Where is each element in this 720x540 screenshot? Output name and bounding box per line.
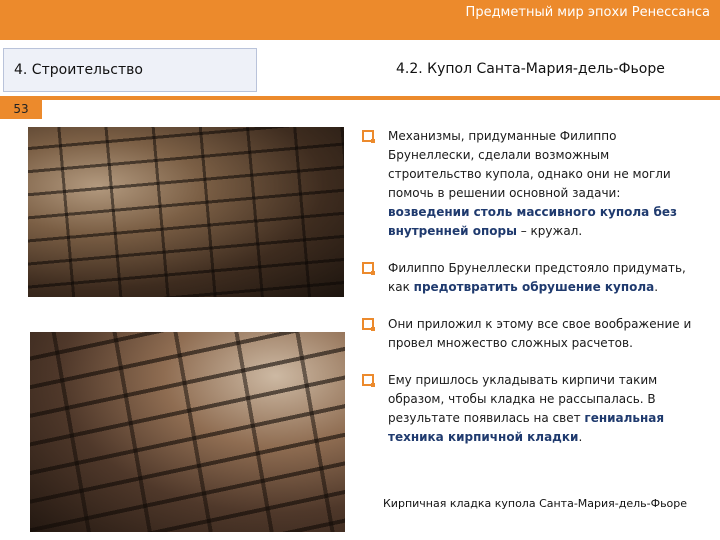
section-label: 4. Строительство bbox=[14, 62, 143, 78]
brick-photo-top bbox=[28, 127, 344, 297]
section-box: 4. Строительство bbox=[3, 48, 257, 92]
accent-divider bbox=[0, 96, 720, 100]
brick-photo-bottom bbox=[30, 332, 345, 532]
bullet-item: Филиппо Брунеллески предстояло придумать… bbox=[362, 259, 702, 297]
deck-title: Предметный мир эпохи Ренессанса bbox=[465, 5, 710, 20]
top-banner: Предметный мир эпохи Ренессанса bbox=[0, 0, 720, 40]
bullet-highlight: предотвратить обрушение купола bbox=[413, 280, 655, 294]
page-number: 53 bbox=[0, 100, 42, 119]
bullet-item: Они приложил к этому все свое воображени… bbox=[362, 315, 702, 353]
bullet-text: . bbox=[654, 280, 659, 294]
checkbox-square-icon bbox=[362, 374, 375, 387]
bullet-text: Они приложил к этому все свое воображени… bbox=[388, 317, 692, 350]
slide-subtitle: 4.2. Купол Санта-Мария-дель-Фьоре bbox=[396, 61, 665, 77]
bullet-item: Механизмы, придуманные Филиппо Брунеллес… bbox=[362, 127, 702, 241]
bullet-text: . bbox=[578, 430, 583, 444]
checkbox-square-icon bbox=[362, 262, 375, 275]
checkbox-square-icon bbox=[362, 130, 375, 143]
checkbox-square-icon bbox=[362, 318, 375, 331]
bullet-text: Механизмы, придуманные Филиппо Брунеллес… bbox=[388, 129, 671, 200]
bullet-item: Ему пришлось укладывать кирпичи таким об… bbox=[362, 371, 702, 447]
photo-caption: Кирпичная кладка купола Санта-Мария-дель… bbox=[383, 497, 688, 510]
bullet-list: Механизмы, придуманные Филиппо Брунеллес… bbox=[362, 127, 702, 465]
bullet-text: – кружал. bbox=[516, 224, 583, 238]
